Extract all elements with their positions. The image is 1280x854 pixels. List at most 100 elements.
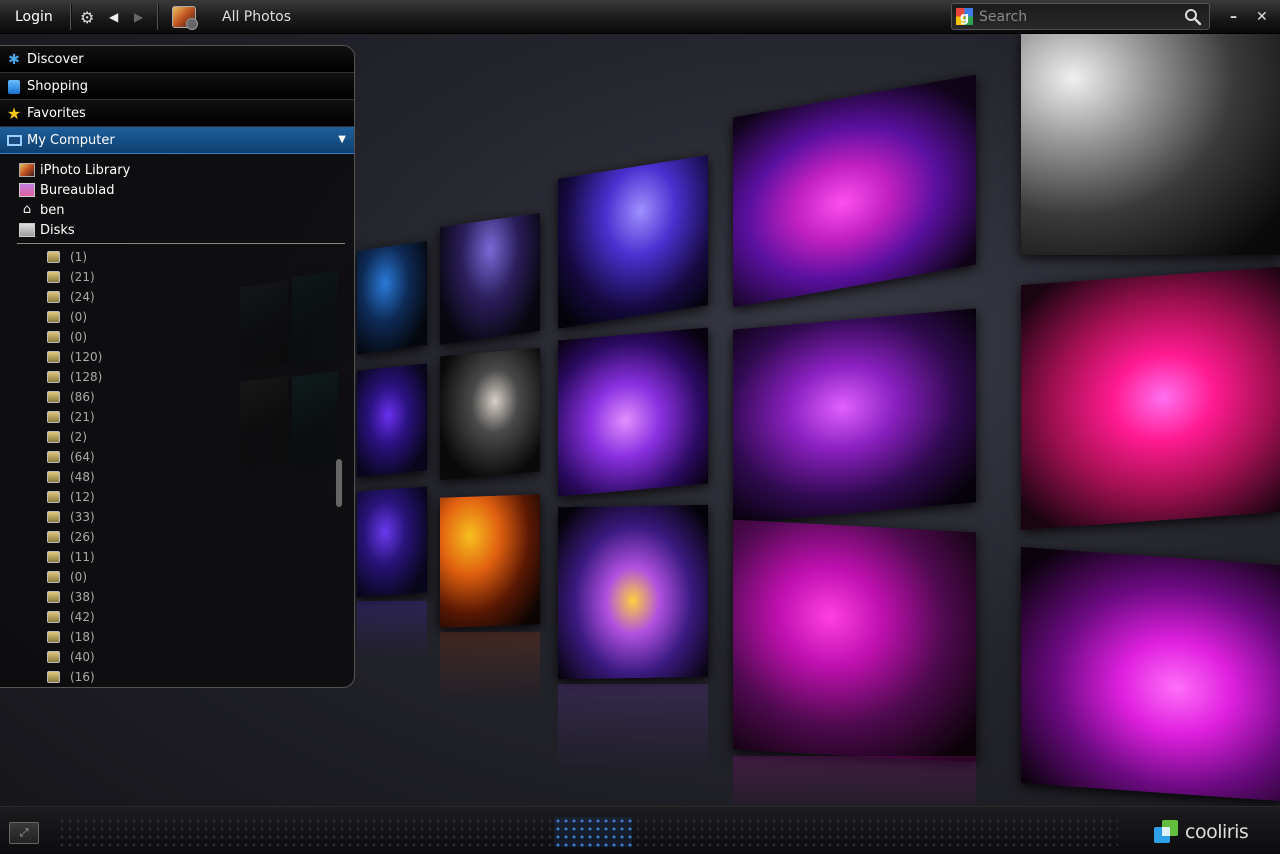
- folder-count: (16): [70, 670, 95, 684]
- folder-item[interactable]: (16): [47, 667, 95, 687]
- minimize-button[interactable]: –: [1230, 0, 1237, 34]
- folder-item[interactable]: (48): [47, 467, 95, 487]
- folder-icon: [47, 351, 60, 363]
- close-button[interactable]: ✕: [1256, 0, 1268, 34]
- folder-count: (120): [70, 350, 103, 364]
- folder-count: (86): [70, 390, 95, 404]
- photo-thumbnail[interactable]: [357, 241, 427, 355]
- folder-icon: [47, 411, 60, 423]
- login-button[interactable]: Login: [15, 0, 53, 34]
- sidebar-item-discover[interactable]: ✱ Discover: [0, 46, 354, 73]
- toolbar-divider: [157, 4, 158, 30]
- photo-thumbnail[interactable]: [558, 504, 708, 680]
- folder-icon: [47, 551, 60, 563]
- sidebar-item-shopping[interactable]: Shopping: [0, 73, 354, 100]
- svg-text:g: g: [960, 11, 969, 26]
- disk-icon: [19, 223, 35, 237]
- search-input[interactable]: [979, 6, 1179, 27]
- folder-item[interactable]: (120): [47, 347, 102, 367]
- folder-item[interactable]: (12): [47, 487, 95, 507]
- folder-item[interactable]: (21): [47, 407, 95, 427]
- photo-thumbnail[interactable]: [440, 212, 540, 346]
- photo-thumbnail[interactable]: [733, 308, 976, 524]
- folder-item[interactable]: (18): [47, 627, 95, 647]
- folder-item[interactable]: (11): [47, 547, 95, 567]
- google-icon: g: [956, 8, 973, 25]
- fullscreen-icon[interactable]: ⤢: [9, 822, 39, 844]
- folder-item[interactable]: (33): [47, 507, 95, 527]
- tree-item-ben[interactable]: ⌂ ben: [19, 200, 65, 220]
- folder-icon: [47, 471, 60, 483]
- folder-item[interactable]: (0): [47, 307, 87, 327]
- folder-item[interactable]: (86): [47, 387, 95, 407]
- back-arrow-icon[interactable]: ◀: [109, 0, 118, 34]
- forward-arrow-icon[interactable]: ▶: [134, 0, 143, 34]
- folder-item[interactable]: (64): [47, 447, 95, 467]
- tree-item-iphoto-library[interactable]: iPhoto Library: [19, 160, 130, 180]
- shopping-bag-icon: [6, 79, 22, 95]
- brand-logo[interactable]: cooliris: [1153, 819, 1249, 845]
- folder-item[interactable]: (128): [47, 367, 102, 387]
- iphoto-icon: [172, 0, 198, 34]
- tree-item-disks[interactable]: Disks: [19, 220, 75, 240]
- folder-count: (0): [70, 330, 87, 344]
- folder-icon: [47, 251, 60, 263]
- sidebar-item-label: My Computer: [27, 132, 115, 148]
- search-box[interactable]: g: [951, 3, 1210, 30]
- photo-thumbnail[interactable]: [357, 363, 427, 478]
- gear-icon[interactable]: ⚙: [80, 0, 94, 34]
- photo-thumbnail[interactable]: [357, 486, 427, 598]
- photo-thumbnail[interactable]: [1021, 546, 1280, 802]
- folder-item[interactable]: (26): [47, 527, 95, 547]
- sidebar-item-favorites[interactable]: ★ Favorites: [0, 100, 354, 127]
- chevron-down-icon[interactable]: ▼: [338, 134, 346, 145]
- folder-item[interactable]: (21): [47, 267, 95, 287]
- folder-item[interactable]: (1): [47, 247, 87, 267]
- toolbar-divider: [70, 4, 71, 30]
- folder-item[interactable]: (38): [47, 587, 95, 607]
- sidebar-scrollbar[interactable]: [336, 459, 342, 507]
- folder-count: (12): [70, 490, 95, 504]
- home-icon: ⌂: [22, 202, 32, 217]
- photo-thumbnail[interactable]: [733, 74, 976, 308]
- folder-icon: [47, 451, 60, 463]
- folder-item[interactable]: (2): [47, 427, 87, 447]
- tree-item-label: Bureaublad: [40, 182, 115, 198]
- folder-count: (42): [70, 610, 95, 624]
- sidebar-item-label: Discover: [27, 51, 84, 67]
- photo-thumbnail[interactable]: [558, 327, 708, 497]
- folder-item[interactable]: (42): [47, 607, 95, 627]
- folder-icon: [47, 371, 60, 383]
- page-indicator-active[interactable]: [554, 817, 632, 847]
- folder-item[interactable]: (24): [47, 287, 95, 307]
- photo-thumbnail[interactable]: [440, 347, 540, 481]
- tree-item-label: iPhoto Library: [40, 162, 131, 178]
- folder-count: (0): [70, 570, 87, 584]
- folder-item[interactable]: (40): [47, 647, 95, 667]
- folder-count: (128): [70, 370, 103, 384]
- folder-item[interactable]: (0): [47, 327, 87, 347]
- sidebar-item-my-computer[interactable]: My Computer ▼: [0, 127, 354, 154]
- search-icon[interactable]: [1184, 8, 1202, 26]
- cooliris-logo-icon: [1154, 820, 1178, 843]
- discover-icon: ✱: [8, 52, 20, 68]
- photo-thumbnail[interactable]: [1021, 266, 1280, 531]
- top-toolbar: Login ⚙ ◀ ▶ All Photos g – ✕: [0, 0, 1280, 34]
- folder-icon: [47, 431, 60, 443]
- source-title: All Photos: [222, 9, 292, 25]
- sidebar-item-label: Favorites: [27, 105, 86, 121]
- folder-icon: [47, 491, 60, 503]
- photo-thumbnail[interactable]: [1021, 34, 1280, 255]
- folder-icon: [47, 511, 60, 523]
- folder-count: (2): [70, 430, 87, 444]
- brand-name: cooliris: [1185, 821, 1249, 843]
- tree-item-bureaublad[interactable]: Bureaublad: [19, 180, 115, 200]
- iphoto-icon: [19, 163, 35, 177]
- photo-thumbnail[interactable]: [733, 519, 976, 763]
- folder-icon: [47, 591, 60, 603]
- photo-thumbnail[interactable]: [440, 494, 540, 628]
- folder-item[interactable]: (0): [47, 567, 87, 587]
- photo-thumbnail[interactable]: [558, 155, 708, 329]
- tree-item-label: ben: [40, 202, 65, 218]
- folder-icon: [47, 391, 60, 403]
